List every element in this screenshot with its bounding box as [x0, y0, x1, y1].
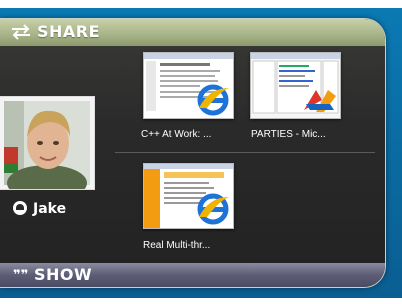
contact-avatar[interactable] [0, 96, 95, 190]
contact-name-label[interactable]: Jake [13, 201, 66, 217]
share-arrows-icon [12, 24, 30, 40]
show-title: SHOW [34, 265, 93, 284]
thumbnail-divider [115, 152, 375, 153]
show-header[interactable]: ❞❞ SHOW [0, 263, 385, 287]
thumbnail-label: PARTIES - Mic... [251, 129, 326, 140]
thumbnail-label: C++ At Work: ... [141, 129, 212, 140]
share-title: SHARE [37, 22, 101, 41]
share-header[interactable]: SHARE [0, 19, 385, 46]
visual-studio-icon [304, 90, 336, 112]
internet-explorer-icon [197, 193, 229, 225]
avatar-photo [0, 97, 94, 189]
internet-explorer-icon [197, 84, 229, 116]
thumbnail-label: Real Multi-thr... [143, 240, 211, 251]
sidebar-gadget-panel: SHARE Jake C++ At Work: ... PARTIES - Mi… [0, 18, 386, 288]
contact-name: Jake [33, 201, 67, 217]
person-status-icon [13, 201, 27, 215]
quote-icon: ❞❞ [13, 268, 29, 283]
